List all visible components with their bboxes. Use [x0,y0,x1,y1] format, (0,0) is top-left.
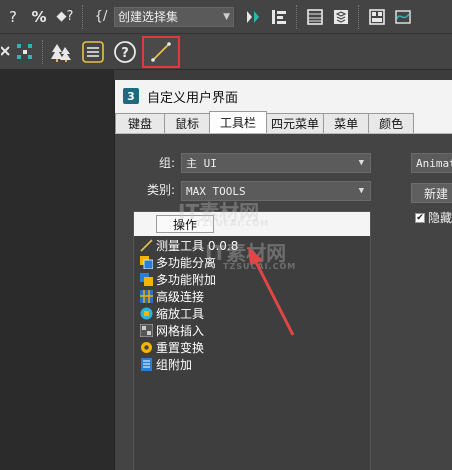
dialog-title: 自定义用户界面 [147,90,239,106]
toolbar-separator [82,4,84,29]
action-label: 重置变换 [156,341,205,355]
scale-icon [140,307,153,320]
toolbar-separator [296,4,298,29]
dialog-titlebar[interactable]: 3 自定义用户界面 [115,80,452,112]
app-logo-icon: 3 [123,88,139,104]
edit-named-selection-icon[interactable]: {/ [88,4,114,30]
action-label: 多功能附加 [156,273,217,287]
new-toolbar-button[interactable]: 新建 [411,183,452,203]
list-item[interactable]: 高级连接 [140,288,204,305]
tab-toolbars[interactable]: 工具栏 [209,111,268,133]
ribbon-icon[interactable] [364,4,390,30]
reset-xform-icon [140,341,153,354]
checkmark-icon: ✔ [415,212,425,223]
tab-colors[interactable]: 颜色 [368,113,415,133]
list-item[interactable]: 测量工具 0.0.8 [140,237,238,254]
main-toolbar-top: ? % ◆? {/ 创建选择集 ▼ [0,0,452,34]
toolbars-tab-content: 组: 主 UI ▼ 类别: MAX TOOLS ▼ Animat 新建 ✔ 隐藏… [115,134,452,470]
category-dropdown[interactable]: MAX TOOLS ▼ [181,181,371,201]
curve-editor-icon[interactable] [390,4,416,30]
group-value: 主 UI [186,157,217,170]
category-label: 类别: [147,183,176,197]
grid-insert-icon [139,323,154,338]
actions-list[interactable]: 操作 测量工具 0.0.8 多功能分离 多功能附加 高级连接 缩放工具 网格插入… [133,211,371,470]
list-item[interactable]: 组附加 [140,356,192,373]
connect-icon [140,290,153,303]
selection-set-label: 创建选择集 [118,10,179,24]
hide-checkbox-label: 隐藏 [428,211,452,225]
attach-icon [140,273,153,286]
toolbar-select-value: Animat [416,156,452,170]
action-label: 缩放工具 [156,307,205,321]
snap-toggle-icon[interactable] [12,39,38,65]
group-dropdown[interactable]: 主 UI ▼ [181,153,371,173]
toolbar-select-dropdown[interactable]: Animat [411,153,452,173]
tab-quad-menus[interactable]: 四元菜单 [266,113,325,133]
viewport-area[interactable] [0,70,114,470]
customize-ui-dialog: 3 自定义用户界面 键盘 鼠标 工具栏 四元菜单 菜单 颜色 组: 主 UI ▼… [114,80,452,470]
action-label: 网格插入 [156,324,205,338]
list-item[interactable]: 多功能分离 [140,254,216,271]
list-item[interactable]: 缩放工具 [140,305,204,322]
group-label: 组: [159,156,176,170]
list-item[interactable]: 网格插入 [139,322,205,339]
named-selection-set-dropdown[interactable]: 创建选择集 ▼ [114,6,234,27]
chevron-down-icon: ▼ [358,186,364,196]
action-label: 多功能分离 [156,256,217,270]
main-toolbar-bottom: ? [0,34,452,70]
measure-tool-button[interactable] [142,35,180,68]
mirror-icon[interactable] [240,4,266,30]
action-label: 组附加 [156,358,193,372]
detach-icon [140,256,154,270]
actions-header-label: 操作 [156,215,214,233]
select-and-place-icon[interactable] [0,39,12,65]
dialog-tabs: 键盘 鼠标 工具栏 四元菜单 菜单 颜色 [115,111,452,134]
action-label: 高级连接 [156,290,205,304]
align-icon[interactable] [266,4,292,30]
chevron-down-icon: ▼ [223,11,230,22]
chevron-down-icon: ▼ [358,158,364,168]
help-icon[interactable]: ? [112,39,138,65]
ruler-line-icon [140,239,153,252]
tree-icon[interactable] [48,39,74,65]
scene-explorer-icon[interactable] [302,4,328,30]
action-label: 测量工具 0.0.8 [156,239,239,253]
toolbar-separator [42,39,44,64]
spinner-snap-icon[interactable]: ◆? [52,4,78,30]
list-item[interactable]: 多功能附加 [140,271,216,288]
svg-text:?: ? [121,46,129,61]
hide-checkbox[interactable]: ✔ 隐藏 [415,209,452,226]
help-query-icon[interactable]: ? [0,4,26,30]
tab-mouse[interactable]: 鼠标 [164,113,211,133]
actions-column-header[interactable]: 操作 [134,212,370,236]
list-item[interactable]: 重置变换 [140,339,204,356]
toolbar-separator [358,4,360,29]
group-attach-icon [140,358,153,371]
tab-menus[interactable]: 菜单 [323,113,370,133]
tab-keyboard[interactable]: 键盘 [115,113,166,133]
category-value: MAX TOOLS [186,184,246,198]
list-icon[interactable] [80,39,106,65]
percent-snap-icon[interactable]: % [26,4,52,30]
layer-explorer-icon[interactable] [328,4,354,30]
measure-tool-icon [151,41,171,62]
